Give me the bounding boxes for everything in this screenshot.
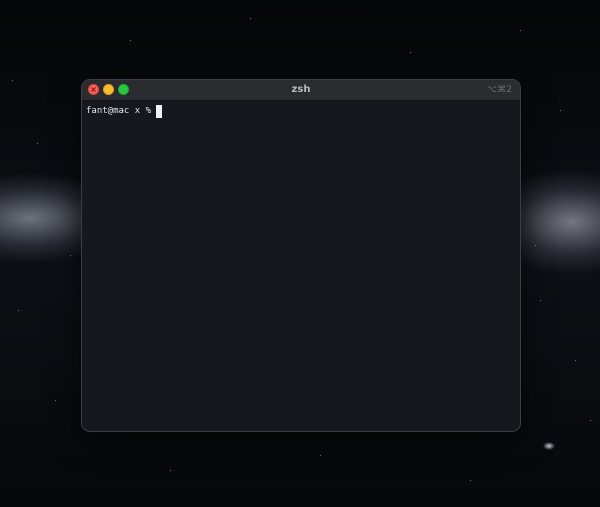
prompt-line[interactable]: fant@mac x % bbox=[86, 104, 516, 118]
star bbox=[540, 300, 541, 301]
star bbox=[470, 480, 471, 481]
star bbox=[575, 360, 576, 361]
terminal-window[interactable]: × zsh ⌥⌘2 fant@mac x % bbox=[81, 79, 521, 432]
star bbox=[320, 455, 321, 456]
star bbox=[55, 400, 56, 401]
star bbox=[560, 110, 561, 111]
star bbox=[170, 470, 171, 471]
star bbox=[70, 255, 71, 256]
shell-prompt: fant@mac x % bbox=[86, 106, 152, 116]
star bbox=[535, 245, 536, 246]
star bbox=[37, 143, 38, 144]
window-shortcut-label: ⌥⌘2 bbox=[486, 85, 512, 95]
star bbox=[520, 30, 521, 31]
star bbox=[410, 52, 411, 53]
star bbox=[250, 18, 251, 19]
window-titlebar[interactable]: × zsh ⌥⌘2 bbox=[82, 80, 520, 101]
terminal-content[interactable]: fant@mac x % bbox=[82, 101, 520, 431]
star bbox=[590, 420, 591, 421]
star bbox=[18, 310, 19, 311]
text-cursor bbox=[156, 104, 163, 118]
window-title: zsh bbox=[291, 84, 311, 95]
star bbox=[130, 40, 131, 41]
star bbox=[12, 80, 13, 81]
